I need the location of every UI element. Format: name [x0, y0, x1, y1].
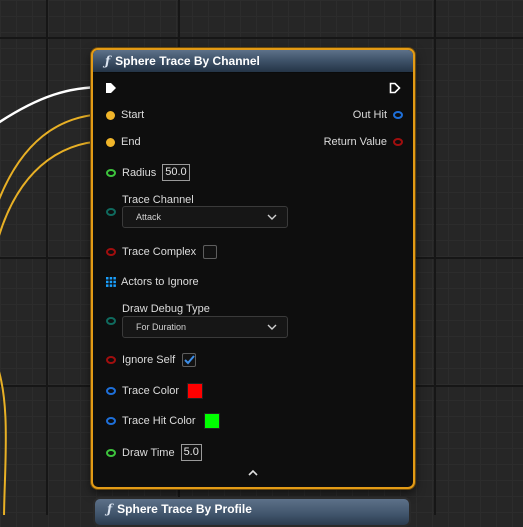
exec-out-icon — [389, 82, 401, 94]
chevron-down-icon — [267, 324, 277, 330]
struct-pin-icon — [106, 387, 116, 395]
exec-in-icon — [106, 83, 116, 93]
vector-pin-icon — [106, 110, 115, 120]
draw-debug-type-label-row: Draw Debug Type — [106, 303, 210, 315]
exec-wire — [0, 85, 105, 124]
bool-pin-icon — [106, 356, 116, 364]
byte-pin-icon — [106, 208, 116, 216]
draw-debug-type-pin[interactable] — [106, 317, 116, 325]
out-hit-pin-row[interactable]: Out Hit — [353, 109, 403, 121]
function-icon: ƒ — [105, 54, 111, 68]
bool-pin-icon — [393, 138, 403, 146]
trace-channel-label-row: Trace Channel — [106, 194, 194, 206]
exec-out-pin[interactable] — [389, 82, 401, 94]
function-icon: ƒ — [107, 502, 113, 516]
draw-time-pin-row[interactable]: Draw Time 5.0 — [106, 444, 202, 461]
radius-pin-row[interactable]: Radius 50.0 — [106, 164, 190, 181]
trace-color-pin-row[interactable]: Trace Color — [106, 383, 204, 399]
vector-pin-icon — [106, 137, 115, 147]
return-value-pin-row[interactable]: Return Value — [324, 136, 403, 148]
float-pin-icon — [106, 448, 116, 457]
checkmark-icon — [183, 355, 195, 365]
start-label: Start — [121, 109, 145, 121]
next-node-title: Sphere Trace By Profile — [117, 502, 252, 516]
trace-complex-label: Trace Complex — [122, 246, 197, 258]
trace-hit-color-swatch[interactable] — [203, 413, 220, 429]
byte-pin-icon — [106, 317, 116, 325]
chevron-down-icon — [267, 214, 277, 220]
trace-hit-color-label: Trace Hit Color — [122, 415, 196, 427]
sphere-trace-by-channel-node[interactable]: ƒ Sphere Trace By Channel Start Out Hit … — [91, 48, 415, 489]
array-pin-icon — [106, 277, 116, 287]
trace-complex-pin-row[interactable]: Trace Complex — [106, 245, 218, 259]
lower-wire — [0, 371, 7, 515]
end-pin-row[interactable]: End — [106, 136, 141, 148]
exec-in-pin[interactable] — [105, 82, 117, 94]
collapse-advanced-button[interactable] — [248, 469, 258, 476]
ignore-self-pin-row[interactable]: Ignore Self — [106, 353, 197, 367]
radius-label: Radius — [122, 166, 157, 179]
draw-debug-type-label: Draw Debug Type — [122, 303, 210, 315]
float-pin-icon — [106, 168, 116, 177]
bool-pin-icon — [106, 248, 116, 256]
trace-channel-dropdown[interactable]: Attack — [122, 206, 288, 228]
trace-hit-color-pin-row[interactable]: Trace Hit Color — [106, 413, 220, 429]
out-hit-label: Out Hit — [352, 109, 387, 121]
ignore-self-label: Ignore Self — [122, 354, 176, 366]
actors-to-ignore-label: Actors to Ignore — [121, 276, 199, 288]
node-header[interactable]: ƒ Sphere Trace By Channel — [93, 50, 413, 73]
return-value-label: Return Value — [323, 136, 387, 148]
struct-pin-icon — [393, 111, 403, 119]
sphere-trace-by-profile-node[interactable]: ƒ Sphere Trace By Profile — [93, 497, 411, 527]
trace-channel-pin[interactable] — [106, 208, 116, 216]
draw-debug-type-value: For Duration — [136, 322, 187, 332]
draw-debug-type-dropdown[interactable]: For Duration — [122, 316, 288, 338]
chevron-up-icon — [248, 469, 258, 476]
draw-time-input[interactable]: 5.0 — [180, 444, 202, 461]
draw-time-label: Draw Time — [122, 446, 175, 459]
actors-to-ignore-pin-row[interactable]: Actors to Ignore — [106, 276, 199, 288]
trace-complex-checkbox[interactable] — [203, 245, 218, 259]
end-label: End — [121, 136, 141, 148]
start-pin-row[interactable]: Start — [106, 109, 144, 121]
trace-color-swatch[interactable] — [187, 383, 204, 399]
ignore-self-checkbox[interactable] — [182, 353, 197, 367]
radius-input[interactable]: 50.0 — [162, 164, 190, 181]
node-title: Sphere Trace By Channel — [115, 54, 260, 68]
trace-channel-value: Attack — [136, 212, 162, 222]
struct-pin-icon — [106, 417, 116, 425]
trace-color-label: Trace Color — [122, 385, 180, 397]
trace-channel-label: Trace Channel — [122, 194, 194, 206]
